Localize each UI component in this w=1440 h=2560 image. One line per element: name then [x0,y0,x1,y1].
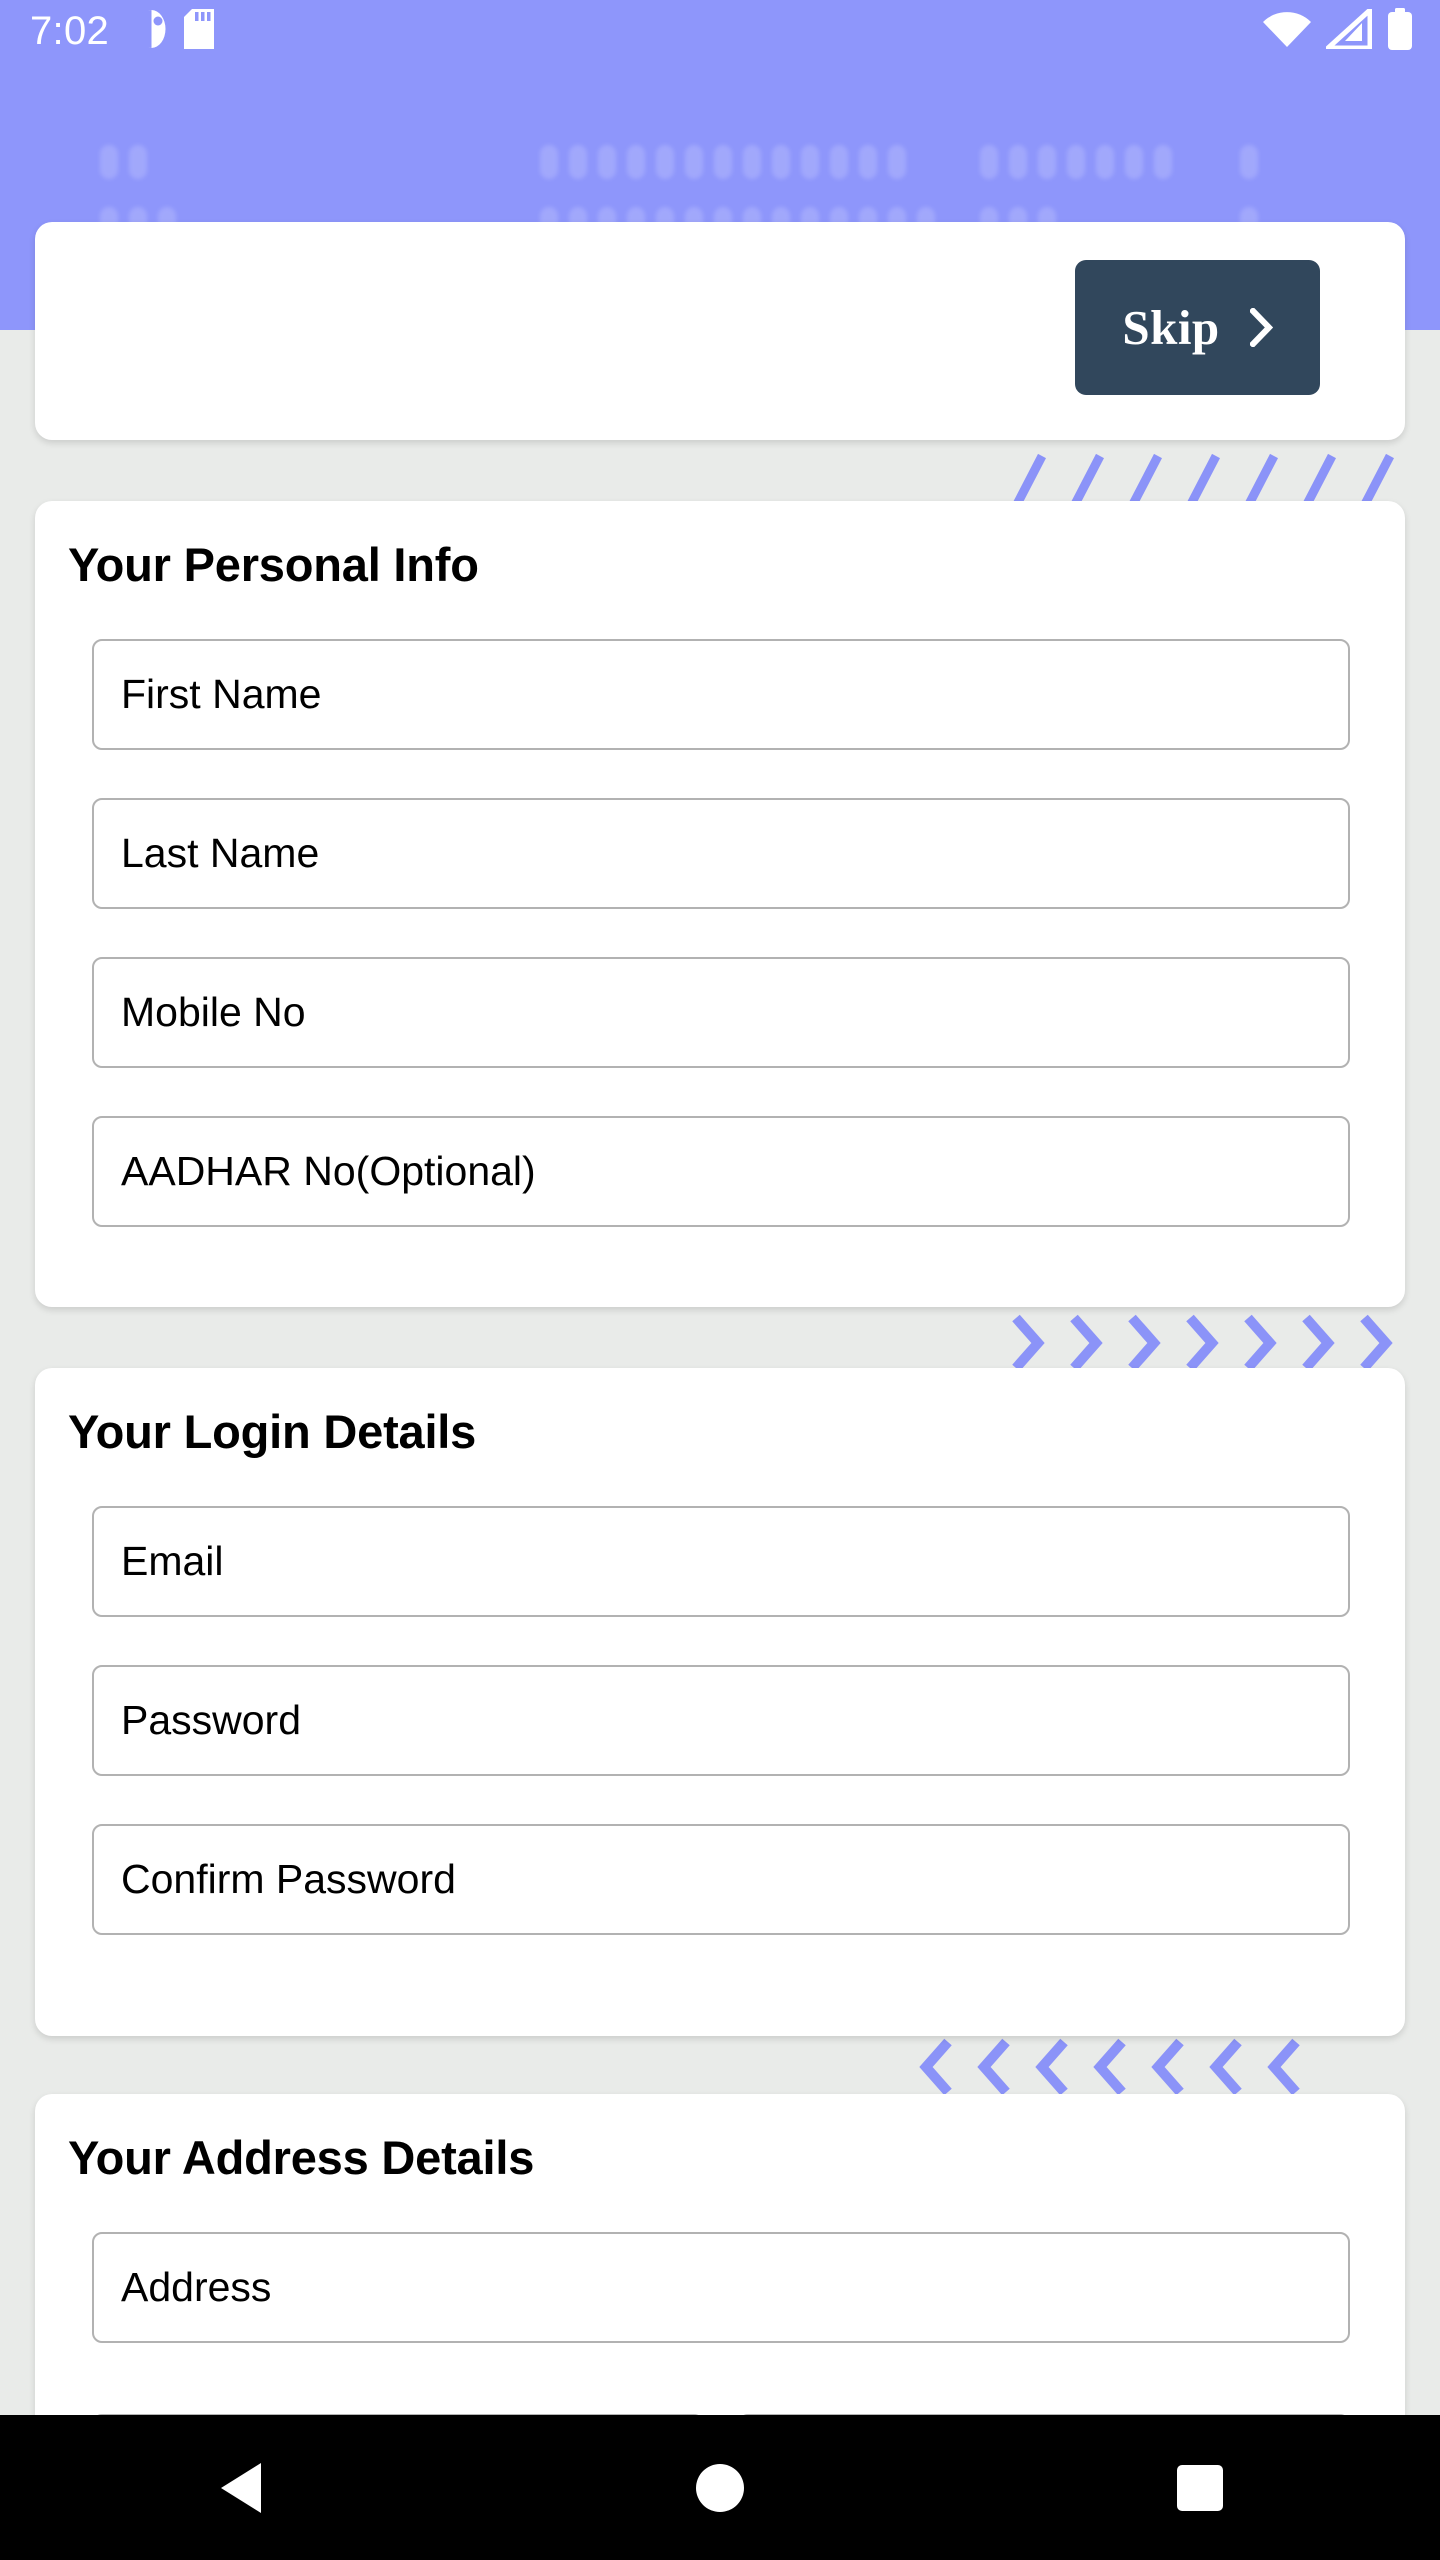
login-details-card: Your Login Details [35,1368,1405,2036]
login-details-title: Your Login Details [68,1405,477,1458]
status-bar-clock: 7:02 [30,8,110,53]
skip-card: Skip [35,222,1405,440]
email-input[interactable] [92,1506,1350,1617]
status-bar-left-icons [132,8,215,54]
divider-chevrons-right [1000,1312,1430,1374]
back-triangle-icon[interactable] [180,2428,300,2548]
status-bar-right-icons [1262,3,1414,55]
confirm-password-input[interactable] [92,1824,1350,1935]
android-navigation-bar [0,2415,1440,2560]
wifi-icon [1262,10,1312,53]
app-screen: 7:02 Skip Your Personal Info First Name … [0,0,1440,2560]
mobile-no-input[interactable] [92,957,1350,1068]
chevron-right-icon [1248,306,1273,349]
skip-button[interactable]: Skip [1075,260,1320,395]
address-details-title: Your Address Details [68,2131,535,2184]
status-bar: 7:02 [0,0,1440,62]
aadhar-no-input[interactable] [92,1116,1350,1227]
cellular-signal-icon [1321,3,1373,54]
password-input[interactable] [92,1665,1350,1776]
app-notification-icon [132,9,168,54]
sd-card-icon [184,8,215,54]
first-name-input[interactable] [92,639,1350,750]
battery-full-icon [1386,7,1414,55]
personal-info-card: Your Personal Info [35,501,1405,1307]
address-input[interactable] [92,2232,1350,2343]
recents-square-icon[interactable] [1140,2428,1260,2548]
last-name-input[interactable] [92,798,1350,909]
skip-button-label: Skip [1122,300,1220,355]
home-circle-icon[interactable] [660,2428,780,2548]
personal-info-title: Your Personal Info [68,538,479,591]
divider-chevrons-left [910,2036,1340,2098]
